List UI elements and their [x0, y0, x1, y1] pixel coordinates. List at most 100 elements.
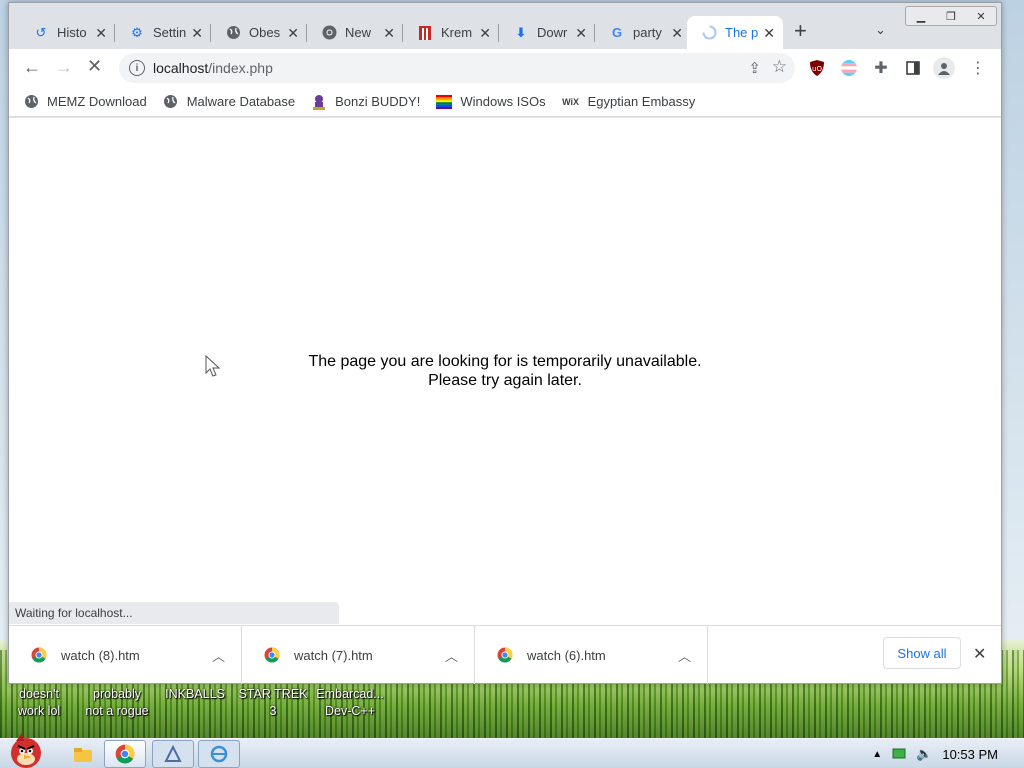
- tab-obes[interactable]: Obes ✕: [211, 16, 307, 49]
- side-panel-icon[interactable]: [904, 59, 922, 77]
- status-bubble: Waiting for localhost...: [9, 602, 339, 624]
- tab-label: Settin: [153, 25, 187, 40]
- close-window-button[interactable]: ✕: [966, 7, 996, 25]
- download-item[interactable]: watch (8).htm ︿: [9, 626, 242, 684]
- tab-label: The p: [725, 25, 759, 40]
- bookmark-label: Egyptian Embassy: [587, 94, 696, 109]
- clock[interactable]: 10:53 PM: [942, 747, 998, 762]
- tab-active-the-p[interactable]: The p ✕: [687, 16, 783, 49]
- ublock-origin-icon[interactable]: uO: [808, 59, 826, 77]
- google-icon: G: [611, 25, 623, 40]
- mouse-cursor-icon: [205, 355, 221, 377]
- tab-label: Obes: [249, 25, 281, 40]
- download-item[interactable]: watch (7).htm ︿: [242, 626, 475, 684]
- taskbar-chrome-icon[interactable]: [104, 740, 146, 768]
- window-controls: ▁ ❐ ✕: [905, 6, 997, 26]
- forward-arrow-icon[interactable]: →: [55, 57, 73, 77]
- info-icon[interactable]: i: [129, 60, 145, 76]
- tab-strip: ↺ Histo ✕ ⚙ Settin ✕ Obes ✕ New ✕ Krem ✕…: [9, 3, 1001, 49]
- profile-avatar-icon[interactable]: [933, 57, 955, 79]
- bookmark-label: Malware Database: [186, 94, 296, 109]
- browser-window: ↺ Histo ✕ ⚙ Settin ✕ Obes ✕ New ✕ Krem ✕…: [8, 2, 1002, 684]
- new-tab-button[interactable]: +: [794, 20, 807, 42]
- start-button-angry-bird-icon[interactable]: [2, 731, 50, 768]
- chrome-icon: [31, 647, 47, 663]
- download-item[interactable]: watch (6).htm ︿: [475, 626, 708, 684]
- show-all-button[interactable]: Show all: [883, 637, 961, 669]
- menu-kebab-icon[interactable]: ⋮: [969, 59, 987, 77]
- download-filename: watch (7).htm: [294, 647, 373, 663]
- close-icon[interactable]: ✕: [383, 25, 395, 42]
- bookmark-label: Bonzi BUDDY!: [335, 94, 421, 109]
- close-icon[interactable]: ✕: [973, 644, 986, 664]
- taskbar: ▲ 🔈 10:53 PM: [0, 733, 1024, 768]
- taskbar-explorer-icon[interactable]: [62, 740, 104, 768]
- bookmark-memz-download[interactable]: MEMZ Download: [23, 94, 147, 110]
- taskbar-app-icon[interactable]: [152, 740, 194, 768]
- close-icon[interactable]: ✕: [95, 25, 107, 42]
- desktop-icon-probably-not-a-rogue[interactable]: probably not a rogue: [78, 686, 156, 720]
- bookmark-bonzi-buddy[interactable]: Bonzi BUDDY!: [311, 94, 420, 110]
- bookmark-star-icon[interactable]: ☆: [772, 57, 787, 77]
- globe-icon: [163, 94, 179, 110]
- tab-new[interactable]: New ✕: [307, 16, 403, 49]
- tab-label: New: [345, 25, 372, 40]
- error-line-1: The page you are looking for is temporar…: [308, 353, 702, 370]
- trans-flag-extension-icon[interactable]: [840, 59, 858, 77]
- bonzi-icon: [311, 94, 327, 110]
- svg-text:uO: uO: [812, 65, 822, 73]
- bookmark-label: Windows ISOs: [460, 94, 546, 109]
- download-filename: watch (6).htm: [527, 647, 606, 663]
- tab-history[interactable]: ↺ Histo ✕: [19, 16, 115, 49]
- maximize-button[interactable]: ❐: [936, 7, 966, 25]
- network-icon[interactable]: [892, 747, 906, 762]
- globe-icon: [23, 94, 39, 110]
- desktop-icon-star-trek-3[interactable]: STAR TREK 3: [236, 686, 310, 720]
- tab-settings[interactable]: ⚙ Settin ✕: [115, 16, 211, 49]
- extensions-puzzle-icon[interactable]: ✚: [872, 59, 890, 77]
- error-message: The page you are looking for is temporar…: [9, 352, 1001, 390]
- bookmarks-bar: MEMZ Download Malware Database Bonzi BUD…: [9, 87, 1001, 117]
- bookmark-label: MEMZ Download: [47, 94, 147, 109]
- tab-label: Histo: [57, 25, 87, 40]
- chevron-down-icon[interactable]: ⌄: [875, 22, 886, 38]
- tab-label: Dowr: [537, 25, 568, 40]
- taskbar-ie-icon[interactable]: [198, 740, 240, 768]
- close-icon[interactable]: ✕: [575, 25, 587, 42]
- toolbar: ← → ✕ i localhost/index.php ⇪ ☆ uO ✚ ⋮: [9, 49, 1001, 87]
- desktop-icon-doesnt-work[interactable]: doesn't work lol: [8, 686, 70, 720]
- history-icon: ↺: [35, 24, 47, 40]
- stop-loading-icon[interactable]: ✕: [87, 56, 102, 76]
- tray-chevron-up-icon[interactable]: ▲: [872, 749, 882, 760]
- close-icon[interactable]: ✕: [191, 25, 203, 42]
- chevron-up-icon[interactable]: ︿: [445, 646, 458, 665]
- bookmark-windows-isos[interactable]: Windows ISOs: [436, 94, 546, 110]
- close-icon[interactable]: ✕: [763, 25, 775, 42]
- back-arrow-icon[interactable]: ←: [23, 57, 41, 77]
- url-text[interactable]: localhost/index.php: [153, 60, 273, 76]
- bookmark-egyptian-embassy[interactable]: WiX Egyptian Embassy: [562, 94, 696, 110]
- gear-icon: ⚙: [131, 24, 143, 40]
- rainbow-flag-icon: [436, 94, 453, 110]
- chevron-up-icon[interactable]: ︿: [212, 646, 225, 665]
- wix-icon: WiX: [562, 96, 580, 107]
- tab-kremlin[interactable]: Krem ✕: [403, 16, 499, 49]
- tab-downloads[interactable]: ⬇ Dowr ✕: [499, 16, 595, 49]
- chevron-up-icon[interactable]: ︿: [678, 646, 691, 665]
- minimize-button[interactable]: ▁: [906, 7, 936, 25]
- download-icon: ⬇: [515, 24, 527, 40]
- desktop-icon-dev-cpp[interactable]: Embarcad... Dev-C++: [312, 686, 388, 720]
- bookmark-malware-database[interactable]: Malware Database: [163, 94, 295, 110]
- close-icon[interactable]: ✕: [287, 25, 299, 42]
- close-icon[interactable]: ✕: [671, 25, 683, 42]
- loading-icon: [701, 25, 717, 41]
- chrome-icon: [321, 25, 337, 41]
- tab-party[interactable]: G party ✕: [595, 16, 691, 49]
- error-line-2: Please try again later.: [428, 372, 582, 389]
- desktop-icon-inkballs[interactable]: INKBALLS: [162, 686, 228, 703]
- tab-label: Krem: [441, 25, 473, 40]
- volume-icon[interactable]: 🔈: [916, 746, 932, 762]
- close-icon[interactable]: ✕: [479, 25, 491, 42]
- address-bar[interactable]: i localhost/index.php ⇪ ☆: [119, 53, 795, 83]
- share-icon[interactable]: ⇪: [748, 59, 761, 77]
